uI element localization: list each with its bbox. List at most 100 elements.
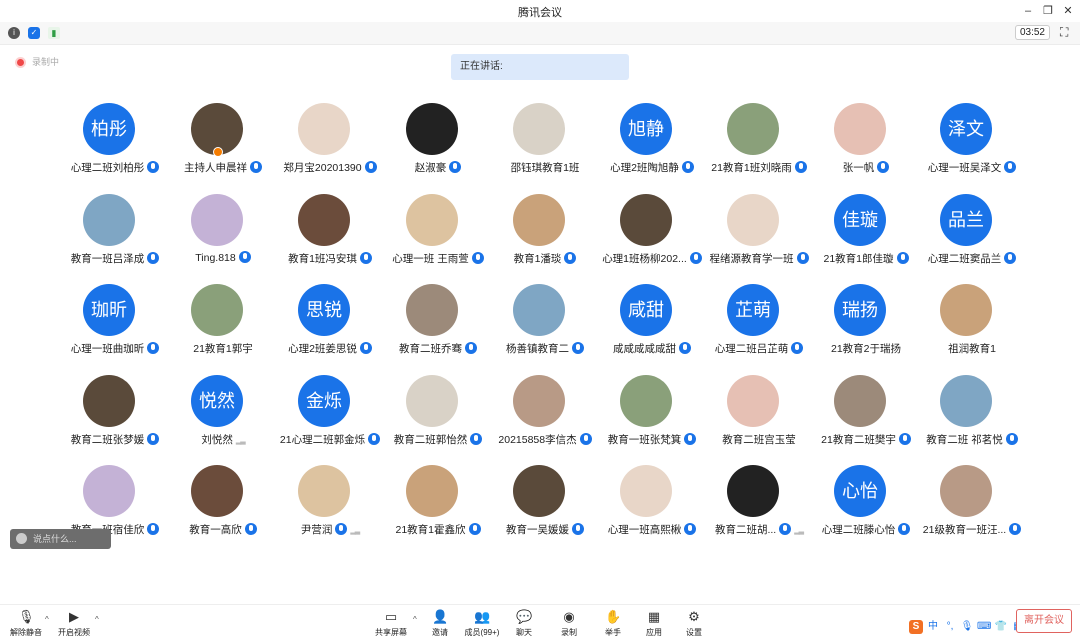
skin-icon[interactable]: 👕 [994,620,1008,634]
participant-name: 教育1班冯安琪 [288,253,357,265]
share-screen-icon: ▭ [384,609,398,624]
participant-tile[interactable]: 心理一班高熙楸 [592,465,700,553]
participant-tile[interactable]: 教育1班冯安琪 [270,194,378,282]
participant-name: 教育二班乔骞 [399,343,462,355]
fullscreen-icon[interactable]: ⛶ [1060,26,1072,38]
video-off-icon: ▶ [69,609,79,624]
participant-tile[interactable]: 品兰 心理二班窦品兰 [912,194,1020,282]
avatar: 思锐 [298,284,350,336]
settings-button[interactable]: ⚙ 设置 [670,609,718,638]
invite-button[interactable]: 👤 邀请 [416,609,464,638]
participant-tile[interactable]: 21教育1郭宇 [163,284,271,372]
record-button[interactable]: ◉ 录制 [545,609,593,638]
participant-name-line: 心理二班滕心怡 [806,522,926,537]
participant-tile[interactable]: 教育二班郭怡然 [378,375,486,463]
participant-tile[interactable]: 教育二班宫玉莹 [699,375,807,463]
participant-name: 心理一班 王雨萱 [392,253,469,265]
share-screen-button[interactable]: ▭ 共享屏幕 [367,609,415,638]
participant-tile[interactable]: 教育一班吕泽成 [55,194,163,282]
participant-tile[interactable]: 郑月宝20201390 [270,103,378,191]
participant-tile[interactable]: 教育一班张梵箕 [592,375,700,463]
avatar [406,375,458,427]
participant-tile[interactable]: 教育二班胡... ▂▃ [699,465,807,553]
participant-tile[interactable]: 心怡 心理二班滕心怡 [806,465,914,553]
participant-tile[interactable]: 金烁 21心理二班郭金烁 [270,375,381,463]
signal-icon[interactable]: ▮ [48,27,60,39]
participant-name: 心理二班吕芷萌 [714,343,789,355]
emoji-icon[interactable] [16,533,27,544]
apps-icon: ▦ [647,609,661,624]
punct-icon[interactable]: °, [943,620,957,634]
participant-tile[interactable]: 21级教育一班汪... [912,465,1022,553]
chat-quick-input[interactable]: 说点什么... [10,529,111,549]
minimize-icon[interactable]: – [1020,3,1036,19]
keyboard-icon[interactable]: ⌨ [977,620,991,634]
chat-button[interactable]: 💬 聊天 [500,609,548,638]
participant-tile[interactable]: 悦然 刘悦然 ▂▃ [163,375,271,463]
restore-icon[interactable]: ❐ [1040,3,1056,19]
participant-tile[interactable]: 教育一高欣 [163,465,271,553]
participant-tile[interactable]: 心理1班杨柳202... [592,194,702,282]
participant-tile[interactable]: 张一帆 [806,103,914,191]
sogou-ime-icon[interactable]: S [909,620,923,634]
participant-tile[interactable]: 21教育二班樊宇 [806,375,914,463]
mic-icon [572,523,584,535]
mic-icon [684,523,697,535]
participant-tile[interactable]: 教育二班 祁茗悦 [912,375,1020,463]
participant-tile[interactable]: 赵淑豪 [378,103,486,191]
participant-tile[interactable]: Ting.818 [163,194,271,282]
mic-icon [359,342,372,354]
participant-tile[interactable]: 21教育1班刘晓雨 [699,103,807,191]
unmute-button[interactable]: 🎙 解除静音 [2,609,50,638]
participant-tile[interactable]: 旭静心理2班陶旭静 [592,103,700,191]
participant-tile[interactable]: 咸甜 咸咸咸咸咸甜 [592,284,700,372]
start-video-button[interactable]: ▶ 开启视频 [50,609,98,638]
participant-tile[interactable]: 杨善镇教育二 [485,284,593,372]
mic-icon [794,161,807,173]
participant-tile[interactable]: 主持人申晨祥 [163,103,271,191]
participant-tile[interactable]: 珈昕 心理一班曲珈昕 [55,284,163,372]
chevron-up-icon[interactable]: ^ [45,615,49,624]
participant-name: 心理二班刘柏彤 [70,162,145,174]
participant-tile[interactable]: 教育二班张梦媛 [55,375,163,463]
avatar [298,194,350,246]
participant-tile[interactable]: 瑞扬 21教育2于瑞扬 [806,284,914,372]
participant-name-line: 尹营润 ▂▃ [270,522,390,537]
participant-tile[interactable]: 教育一吴媛媛 [485,465,593,553]
members-icon: 👥 [474,609,491,624]
participant-tile[interactable]: 邵钰琪教育1班 [485,103,593,191]
mic-icon[interactable]: 🎙 [960,620,974,634]
avatar [406,103,458,155]
participant-tile[interactable]: 祖润教育1 [912,284,1020,372]
participant-tile[interactable]: 柏彤 心理二班刘柏彤 [55,103,163,191]
leave-meeting-button[interactable]: 离开会议 [1016,609,1072,633]
close-icon[interactable]: ✕ [1060,3,1076,19]
avatar: 咸甜 [620,284,672,336]
participant-name: 心理2班陶旭静 [610,162,679,174]
participant-tile[interactable]: 20215858李信杰 [485,375,593,463]
participant-tile[interactable]: 芷萌 心理二班吕芷萌 [699,284,807,372]
mic-icon [335,523,348,535]
participant-tile[interactable]: 21教育1霍鑫欣 [378,465,486,553]
shield-icon[interactable]: ✓ [28,27,40,39]
info-icon[interactable]: i [8,27,20,39]
participant-tile[interactable]: 教育1潘琰 [485,194,593,282]
participant-name: 杨善镇教育二 [506,343,569,355]
participant-tile[interactable]: 尹营润 ▂▃ [270,465,378,553]
members-button[interactable]: 👥 成员(99+) [458,609,506,638]
chevron-up-icon[interactable]: ^ [95,615,99,624]
mic-icon [572,342,584,354]
mic-icon [779,523,792,535]
participant-tile[interactable]: 程绪源教育学一班 [699,194,809,282]
ime-mode[interactable]: 中 [926,620,940,634]
participant-name-line: 教育一班张梵箕 [592,432,712,447]
participant-tile[interactable]: 佳璇 21教育1郎佳璇 [806,194,914,282]
participant-name: 20215858李信杰 [498,434,577,446]
avatar: 旭静 [620,103,672,155]
participant-tile[interactable]: 教育二班乔骞 [378,284,486,372]
participant-name-line: 心理1班杨柳202... [592,251,712,266]
participant-tile[interactable]: 心理一班 王雨萱 [378,194,486,282]
participant-tile[interactable]: 泽文 心理一班吴泽文 [912,103,1020,191]
participant-tile[interactable]: 思锐 心理2班姜思锐 [270,284,378,372]
avatar [727,194,779,246]
